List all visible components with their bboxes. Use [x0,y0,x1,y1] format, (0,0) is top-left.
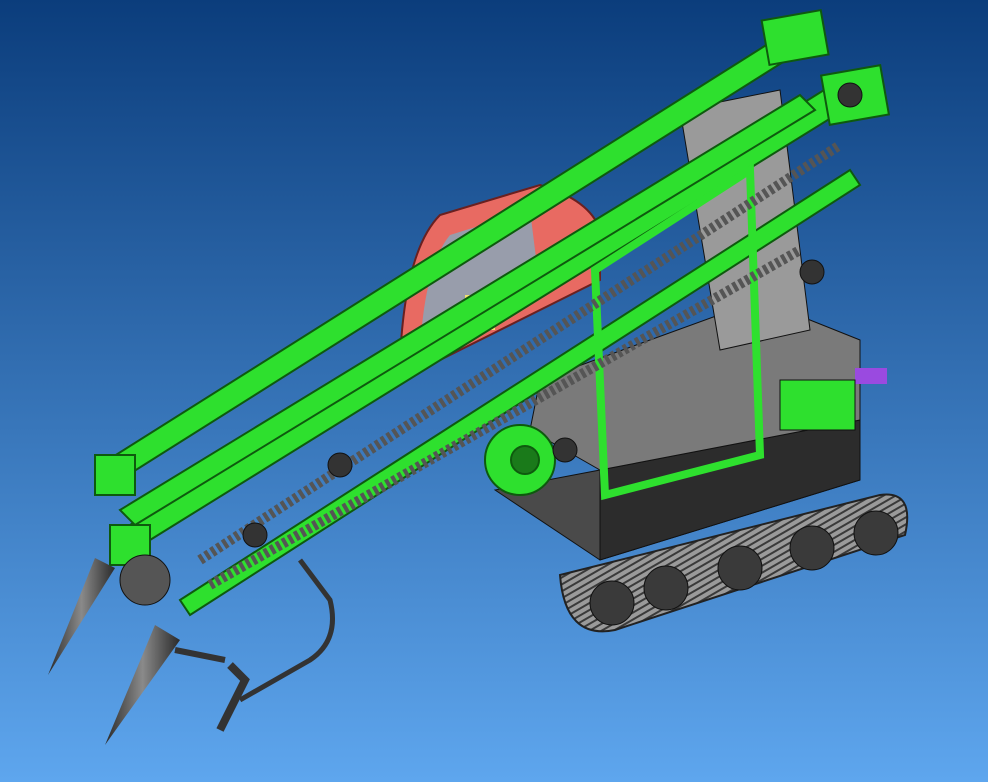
road-wheel [589,580,635,626]
cad-render-viewport[interactable] [0,0,988,782]
road-wheel [853,510,899,556]
road-wheel [643,565,689,611]
road-wheel [789,525,835,571]
purple-knob [855,368,887,384]
road-wheel [717,545,763,591]
